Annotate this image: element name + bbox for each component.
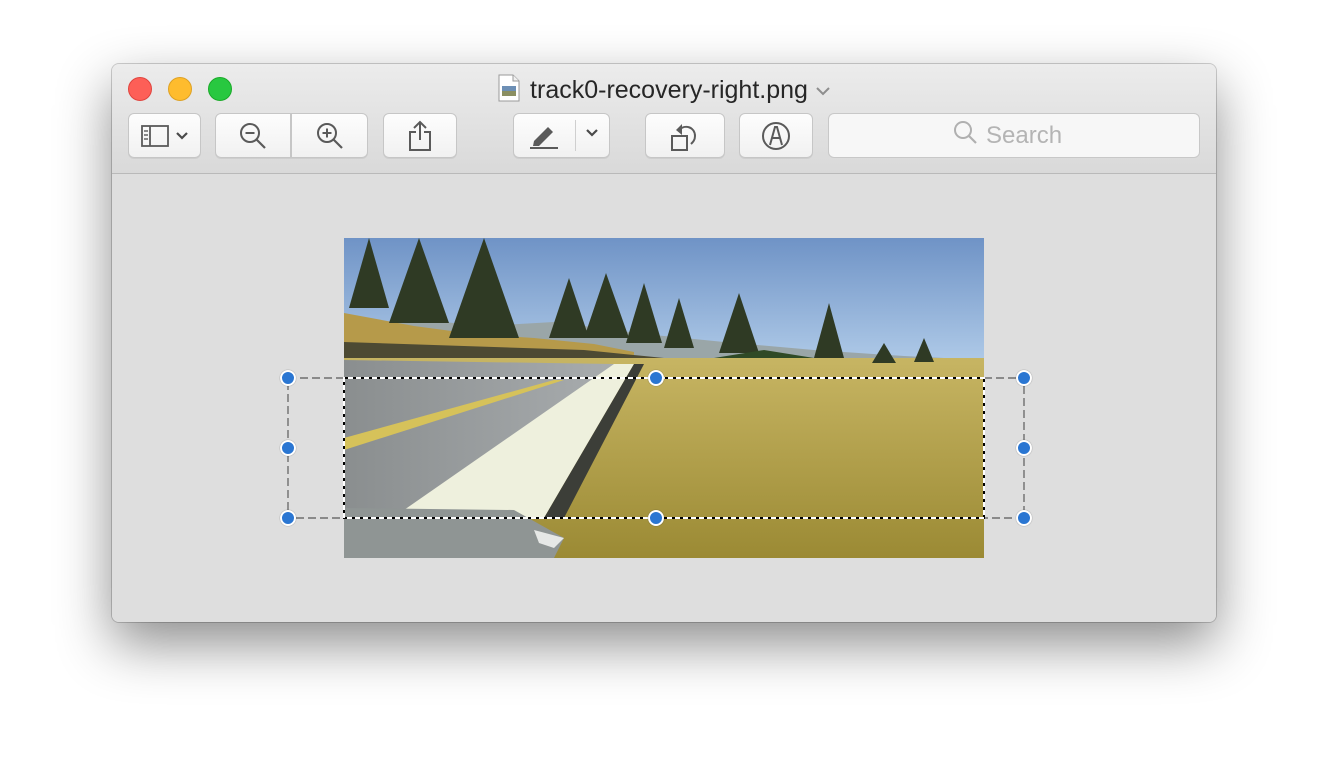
share-icon [408,120,432,152]
selection-handle-top-right[interactable] [1016,370,1032,386]
selection-handle-bottom[interactable] [648,510,664,526]
window-title-text: track0-recovery-right.png [530,76,808,104]
chevron-down-icon [175,131,189,141]
rotate-left-icon [669,120,701,152]
zoom-in-icon [315,121,345,151]
selection-handle-bottom-left[interactable] [280,510,296,526]
segment-divider [575,120,576,151]
highlight-button[interactable] [513,113,610,158]
search-field[interactable] [828,113,1200,158]
markup-button[interactable] [739,113,813,158]
selection-handle-top-left[interactable] [280,370,296,386]
markup-icon [760,120,792,152]
window-title[interactable]: track0-recovery-right.png [112,73,1216,104]
preview-window: track0-recovery-right.png [112,64,1216,622]
highlight-pen-icon [528,123,560,149]
sidebar-button[interactable] [128,113,201,158]
rotate-button[interactable] [645,113,725,158]
selection-handle-top[interactable] [648,370,664,386]
title-chevron-down-icon[interactable] [816,73,830,103]
title-bar[interactable]: track0-recovery-right.png [112,64,1216,174]
zoom-out-button[interactable] [215,113,291,158]
search-input[interactable] [986,121,1076,150]
document-icon [498,74,520,109]
selection-handle-bottom-right[interactable] [1016,510,1032,526]
zoom-in-button[interactable] [291,113,368,158]
zoom-out-icon [238,121,268,151]
document-canvas[interactable] [112,174,1216,622]
selection-handle-right[interactable] [1016,440,1032,456]
highlight-chevron-down-icon[interactable] [585,128,599,138]
share-button[interactable] [383,113,457,158]
search-icon [952,119,978,152]
track-image[interactable] [344,238,984,558]
sidebar-icon [140,124,171,148]
selection-handle-left[interactable] [280,440,296,456]
